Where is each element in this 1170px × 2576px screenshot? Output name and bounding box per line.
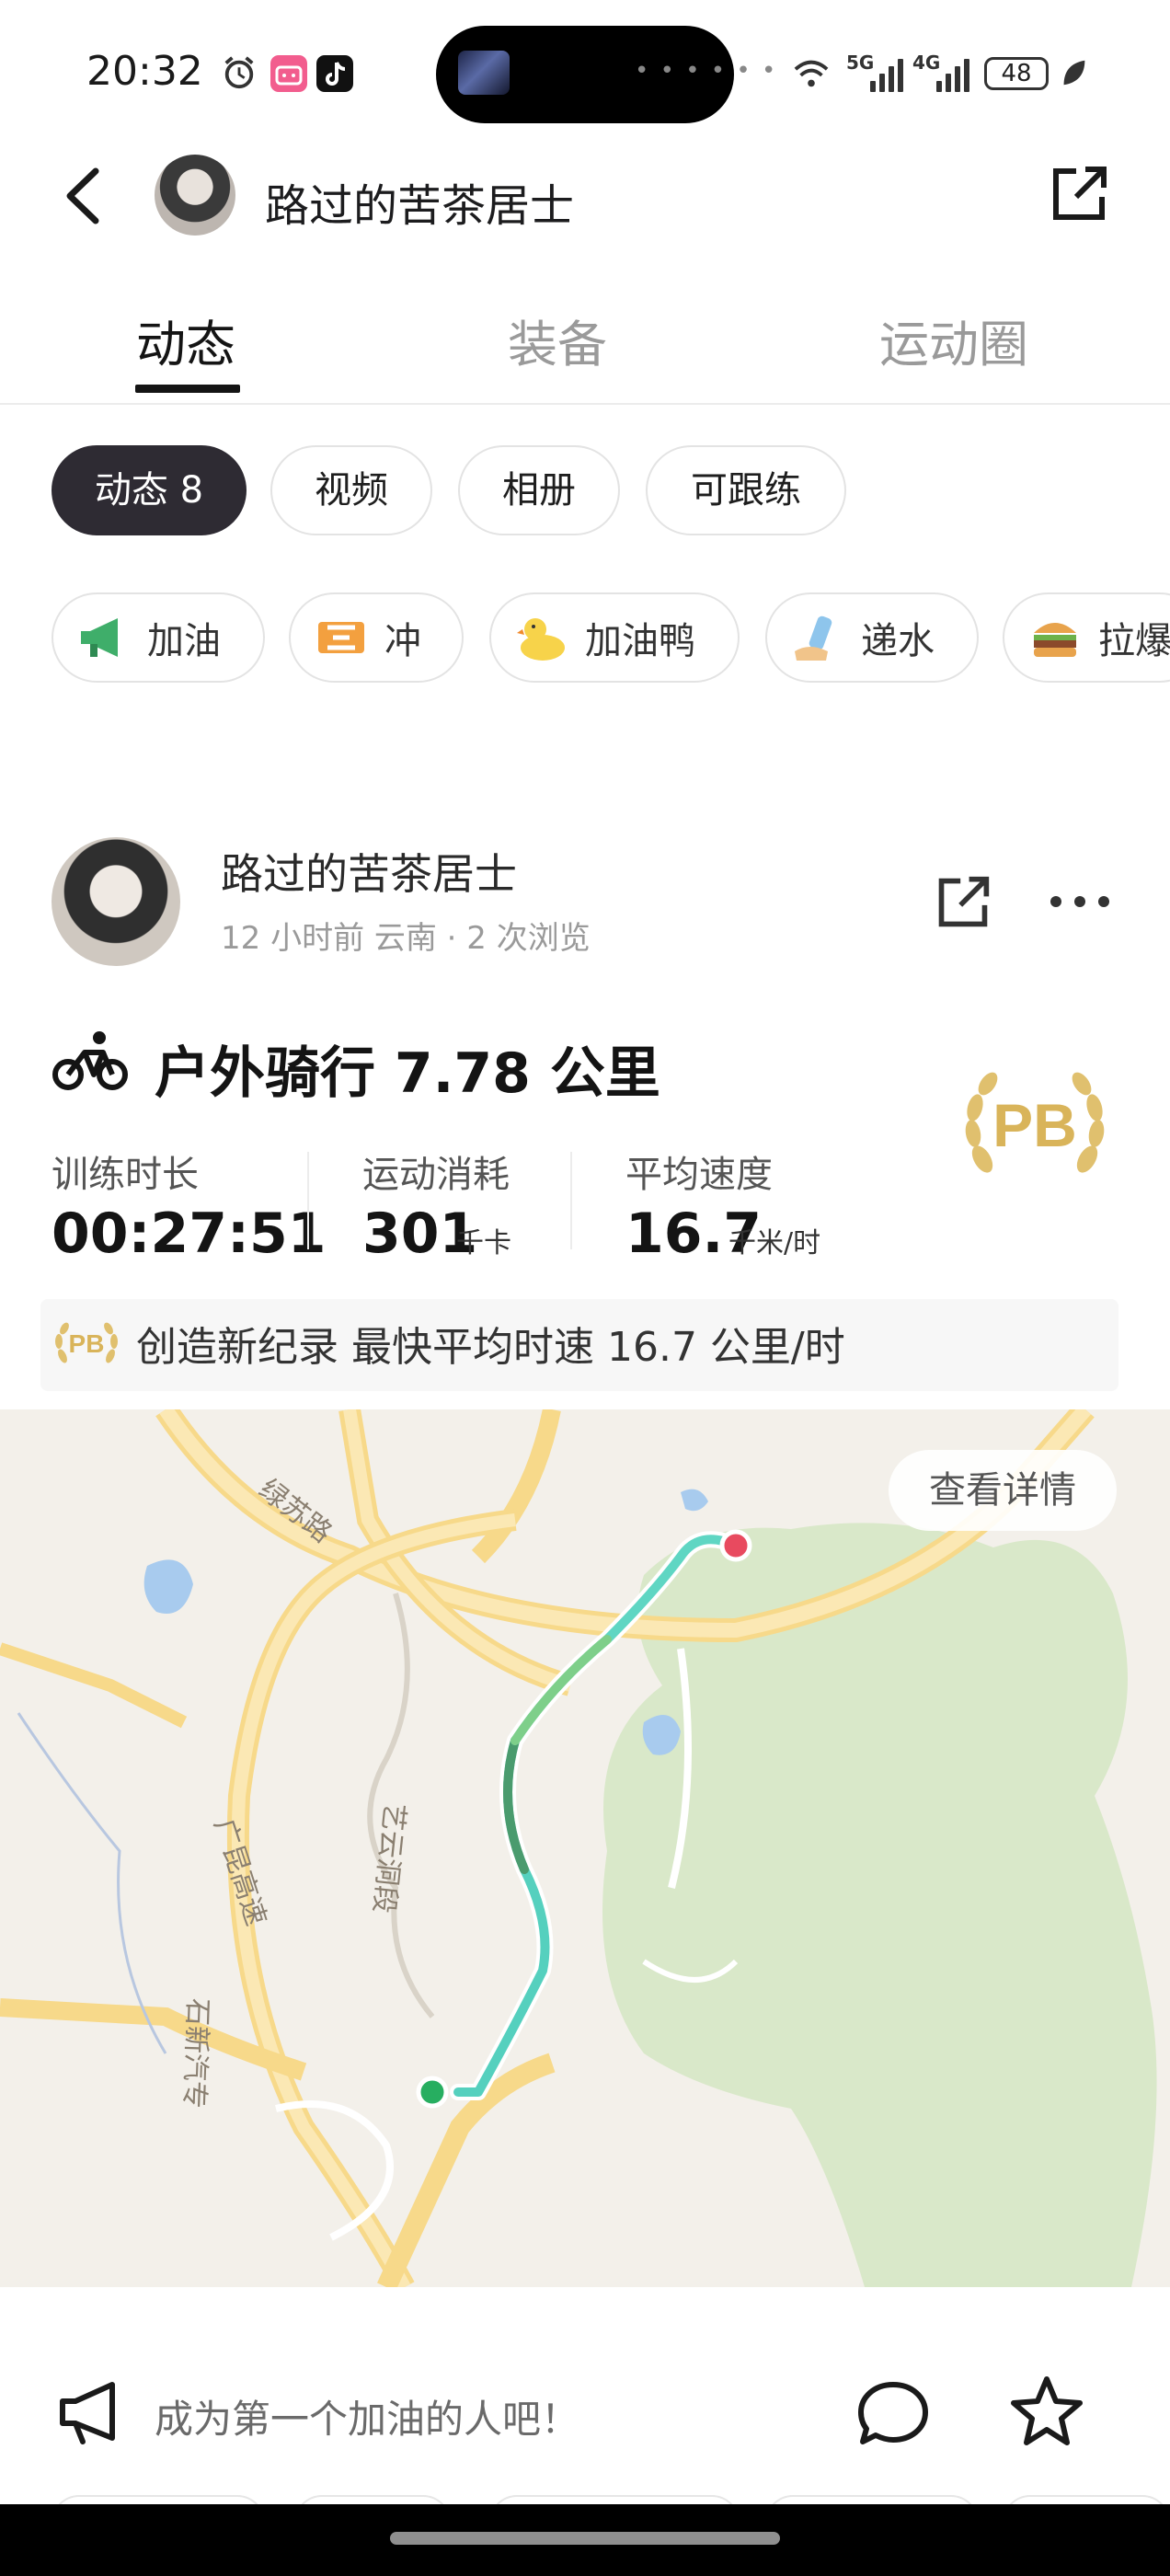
pb-text: PB	[992, 1091, 1077, 1159]
stat-divider	[307, 1152, 309, 1249]
stat-speed-label: 平均速度	[625, 1154, 773, 1196]
post-username[interactable]: 路过的苦茶居士	[221, 841, 517, 902]
duck-icon	[517, 618, 565, 661]
reaction-label: 加油	[147, 620, 221, 662]
header-username: 路过的苦茶居士	[265, 180, 575, 232]
record-text: 创造新纪录 最快平均时速 16.7 公里/时	[136, 1324, 845, 1371]
post-meta: 12 小时前 云南 · 2 次浏览	[221, 920, 591, 957]
cheer-prompt[interactable]: 成为第一个加油的人吧！	[155, 2388, 579, 2444]
reaction-label: 递水	[861, 620, 935, 662]
reaction-label: 冲	[384, 620, 421, 662]
water-bottle-icon	[795, 615, 832, 661]
signal-strength-icon	[870, 55, 903, 92]
audio-wave-icon: • • • • • •	[635, 57, 778, 85]
pb-small-icon: PB	[55, 1322, 118, 1363]
stat-calories-label: 运动消耗	[362, 1154, 510, 1196]
reaction-hand-water[interactable]: 递水	[765, 592, 979, 683]
alarm-icon	[224, 56, 254, 89]
bilibili-app-icon	[270, 55, 307, 92]
tabs-divider	[0, 403, 1170, 405]
active-tab-indicator	[135, 385, 240, 393]
bike-icon	[52, 1031, 128, 1090]
dash-icon	[318, 622, 364, 653]
stat-duration-value: 00:27:51	[52, 1202, 327, 1266]
cheer-megaphone-icon[interactable]	[55, 2377, 132, 2447]
route-end-marker	[719, 1529, 752, 1562]
reaction-burst[interactable]: 拉爆	[1003, 592, 1170, 683]
leaf-icon	[1063, 60, 1085, 86]
header-avatar[interactable]	[155, 155, 235, 236]
route-start-marker	[416, 2076, 449, 2109]
comment-icon[interactable]	[855, 2377, 931, 2449]
wifi-icon	[794, 60, 829, 87]
favorite-star-icon[interactable]	[1008, 2372, 1085, 2449]
stat-divider	[570, 1152, 572, 1249]
stat-duration-label: 训练时长	[52, 1154, 199, 1196]
post-share-icon[interactable]	[935, 874, 992, 931]
filter-video[interactable]: 视频	[270, 445, 432, 535]
tab-moments[interactable]: 动态	[136, 304, 235, 376]
more-options-icon[interactable]	[1047, 874, 1113, 929]
filter-follow-along[interactable]: 可跟练	[646, 445, 846, 535]
tab-equipment[interactable]: 装备	[508, 304, 607, 376]
map-road-label: 石新汽专	[177, 1997, 214, 2110]
megaphone-icon	[81, 618, 118, 657]
stat-calories-unit: 千卡	[456, 1227, 511, 1259]
reaction-label: 加油鸭	[585, 620, 695, 662]
signal-strength-icon-2	[936, 55, 969, 92]
filter-album[interactable]: 相册	[458, 445, 620, 535]
filter-moments[interactable]: 动态 8	[52, 445, 247, 535]
personal-best-badge: PB	[965, 1072, 1105, 1173]
back-button[interactable]	[55, 164, 110, 228]
status-time: 20:32	[86, 48, 203, 95]
reaction-cheer[interactable]: 加油	[52, 592, 265, 683]
activity-title: 户外骑行 7.78 公里	[155, 1041, 660, 1106]
reaction-cheer-duck[interactable]: 加油鸭	[489, 592, 740, 683]
pb-small-text: PB	[69, 1329, 105, 1358]
reaction-label: 拉爆	[1098, 620, 1170, 662]
home-gesture-handle[interactable]	[390, 2532, 780, 2545]
post-avatar[interactable]	[52, 837, 180, 966]
route-map[interactable]: 绿苏路 广昆高速 艺云洞段 石新汽专 查看详情	[0, 1409, 1170, 2287]
burger-icon	[1034, 623, 1076, 657]
battery-indicator: 48	[984, 57, 1049, 90]
view-details-button[interactable]: 查看详情	[889, 1450, 1117, 1531]
tiktok-app-icon	[316, 55, 353, 92]
reaction-charge[interactable]: 冲	[289, 592, 464, 683]
tab-sport-circle[interactable]: 运动圈	[879, 304, 1028, 376]
stat-speed-unit: 千米/时	[728, 1227, 821, 1259]
share-icon[interactable]	[1049, 164, 1109, 224]
map-canvas	[0, 1409, 1157, 2287]
now-playing-thumbnail	[458, 51, 510, 95]
